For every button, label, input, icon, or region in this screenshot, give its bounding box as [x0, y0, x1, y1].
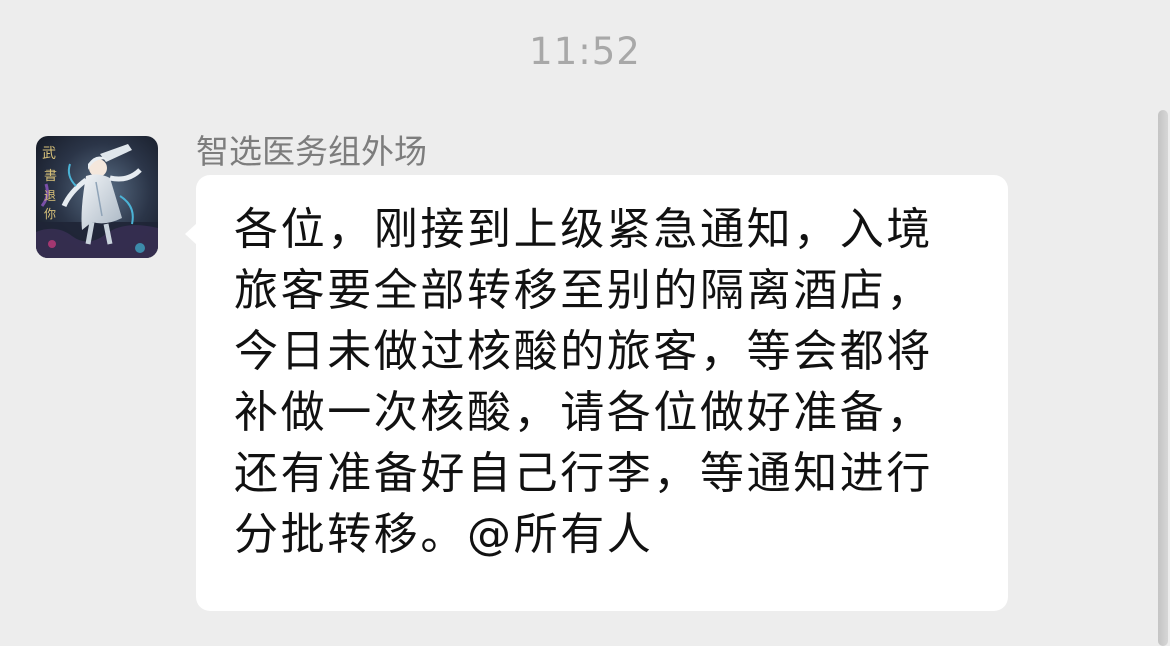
bubble-tail: [185, 223, 197, 245]
message-timestamp: 11:52: [529, 30, 641, 73]
sender-avatar[interactable]: 武 書 退 你: [36, 136, 158, 258]
sender-name: 智选医务组外场: [196, 132, 427, 171]
svg-text:武: 武: [42, 146, 56, 162]
svg-text:你: 你: [44, 207, 56, 221]
message-bubble[interactable]: 各位，刚接到上级紧急通知，入境旅客要全部转移至别的隔离酒店，今日未做过核酸的旅客…: [185, 175, 1008, 611]
svg-text:退: 退: [44, 189, 56, 203]
svg-text:書: 書: [44, 169, 57, 184]
chat-scrollbar[interactable]: [1158, 110, 1168, 646]
anime-character-avatar-icon: 武 書 退 你: [36, 136, 158, 258]
message-text: 各位，刚接到上级紧急通知，入境旅客要全部转移至别的隔离酒店，今日未做过核酸的旅客…: [234, 204, 933, 560]
